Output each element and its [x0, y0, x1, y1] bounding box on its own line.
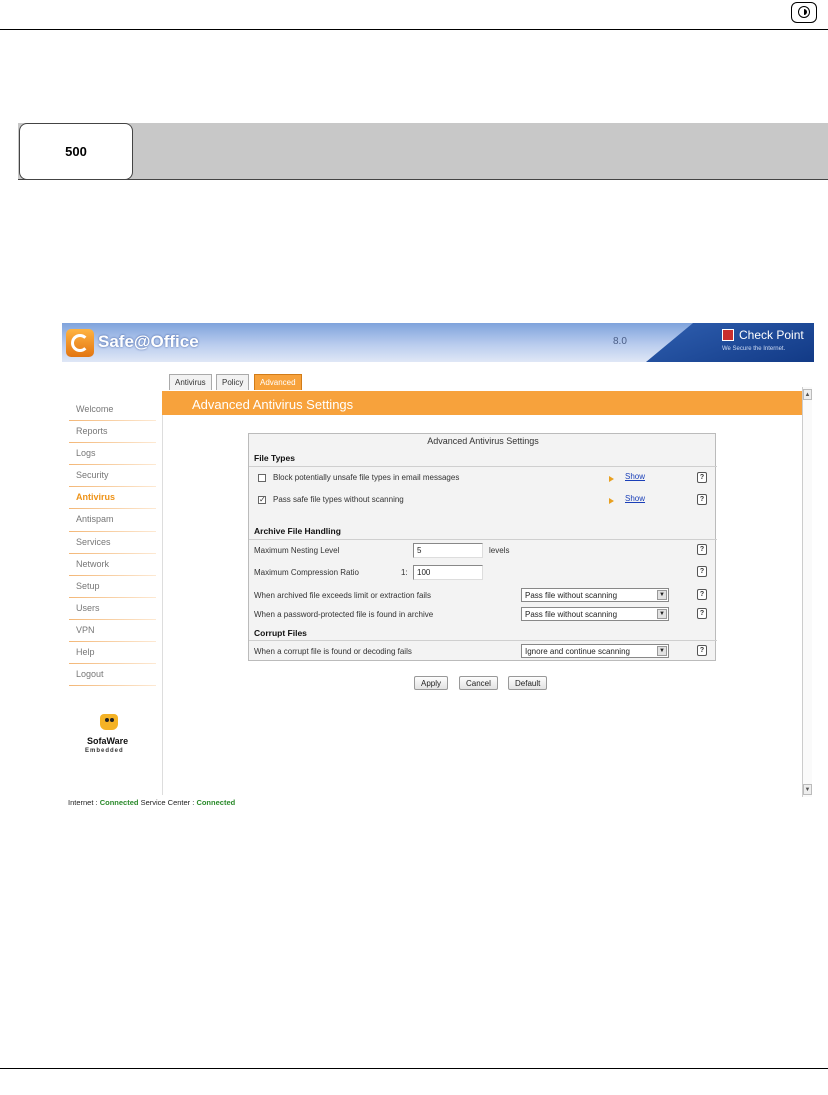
- exceeds-select-value: Pass file without scanning: [525, 591, 618, 600]
- password-select-value: Pass file without scanning: [525, 610, 618, 619]
- corrupt-label: When a corrupt file is found or decoding…: [254, 647, 412, 656]
- sidebar-item-welcome[interactable]: Welcome: [69, 399, 156, 422]
- advanced-settings-panel: Advanced Antivirus Settings File Types B…: [248, 433, 717, 661]
- sidebar-item-users[interactable]: Users: [69, 598, 156, 621]
- sidebar-item-services[interactable]: Services: [69, 532, 156, 554]
- bottom-rule: [0, 1068, 828, 1069]
- block-unsafe-show-link[interactable]: Show: [625, 472, 645, 481]
- corrupt-select[interactable]: Ignore and continue scanning ▼: [521, 644, 669, 658]
- apply-button[interactable]: Apply: [414, 676, 449, 690]
- block-unsafe-label: Block potentially unsafe file types in e…: [273, 473, 460, 482]
- chevron-down-icon[interactable]: ▼: [657, 646, 667, 656]
- block-unsafe-checkbox[interactable]: [258, 474, 266, 482]
- tab-antivirus[interactable]: Antivirus: [169, 374, 212, 390]
- cancel-button[interactable]: Cancel: [459, 676, 498, 690]
- document-mode-icon: [791, 2, 817, 23]
- chevron-down-icon[interactable]: ▼: [657, 609, 667, 619]
- status-bar: Internet : Connected Service Center : Co…: [68, 798, 235, 807]
- help-icon[interactable]: ?: [697, 544, 707, 555]
- file-types-heading: File Types: [254, 453, 295, 463]
- brand-name: SofaWare: [87, 736, 129, 746]
- scroll-down-icon[interactable]: ▼: [803, 784, 812, 795]
- sidebar-item-reports[interactable]: Reports: [69, 421, 156, 444]
- pass-safe-show-link[interactable]: Show: [625, 494, 645, 503]
- sidebar-item-security[interactable]: Security: [69, 465, 156, 488]
- app-version: 8.0: [613, 336, 627, 347]
- vendor-name: Check Point: [739, 328, 804, 342]
- row-divider: [249, 466, 717, 467]
- sidebar-item-logs[interactable]: Logs: [69, 443, 156, 466]
- internet-status-label: Internet :: [68, 798, 98, 807]
- help-icon[interactable]: ?: [697, 566, 707, 577]
- max-ratio-prefix: 1:: [401, 568, 408, 577]
- archive-heading: Archive File Handling: [254, 526, 341, 536]
- sidebar-item-network[interactable]: Network: [69, 554, 156, 576]
- chevron-down-icon[interactable]: ▼: [657, 590, 667, 600]
- vendor-tagline: We Secure the Internet.: [722, 346, 786, 352]
- max-nesting-unit: levels: [489, 546, 510, 555]
- sidebar-item-antivirus[interactable]: Antivirus: [69, 487, 156, 510]
- app-title: Safe@Office: [98, 332, 199, 351]
- safe-at-office-logo-icon: [66, 329, 94, 357]
- section-band: [18, 123, 828, 179]
- help-icon[interactable]: ?: [697, 472, 707, 483]
- corrupt-select-value: Ignore and continue scanning: [525, 647, 630, 656]
- sidebar-item-antispam[interactable]: Antispam: [69, 509, 156, 532]
- sidebar-nav: Welcome Reports Logs Security Antivirus …: [69, 399, 156, 687]
- show-arrow-icon: [609, 476, 614, 482]
- sidebar-item-setup[interactable]: Setup: [69, 576, 156, 598]
- help-icon[interactable]: ?: [697, 589, 707, 600]
- max-nesting-label: Maximum Nesting Level: [254, 546, 340, 555]
- service-status-value: Connected: [196, 798, 236, 807]
- max-ratio-input[interactable]: 100: [413, 565, 483, 580]
- help-icon[interactable]: ?: [697, 645, 707, 656]
- help-icon[interactable]: ?: [697, 608, 707, 619]
- corrupt-heading: Corrupt Files: [254, 628, 307, 638]
- row-divider: [249, 640, 717, 641]
- sidebar-item-logout[interactable]: Logout: [69, 664, 156, 687]
- pass-safe-label: Pass safe file types without scanning: [273, 495, 404, 504]
- exceeds-label: When archived file exceeds limit or extr…: [254, 591, 431, 600]
- internet-status-value: Connected: [99, 798, 139, 807]
- password-select[interactable]: Pass file without scanning ▼: [521, 607, 669, 621]
- content-header: Advanced Antivirus Settings: [162, 391, 808, 415]
- max-nesting-input[interactable]: 5: [413, 543, 483, 558]
- max-ratio-label: Maximum Compression Ratio: [254, 568, 359, 577]
- show-arrow-icon: [609, 498, 614, 504]
- help-icon[interactable]: ?: [697, 494, 707, 505]
- pass-safe-checkbox[interactable]: ✓: [258, 496, 266, 504]
- sidebar-item-vpn[interactable]: VPN: [69, 620, 156, 643]
- service-status-label: Service Center :: [140, 798, 195, 807]
- row-divider: [249, 539, 717, 540]
- panel-title: Advanced Antivirus Settings: [427, 436, 539, 446]
- brand-tag: Embedded: [85, 748, 124, 754]
- default-button[interactable]: Default: [508, 676, 548, 690]
- top-rule: [0, 29, 828, 30]
- vertical-scrollbar[interactable]: ▲ ▼: [802, 387, 812, 797]
- scroll-up-icon[interactable]: ▲: [803, 389, 812, 400]
- exceeds-select[interactable]: Pass file without scanning ▼: [521, 588, 669, 602]
- tab-policy[interactable]: Policy: [216, 374, 250, 390]
- sofaware-mascot-icon: [97, 709, 121, 733]
- app-header: Safe@Office 8.0 Check Point We Secure th…: [62, 323, 814, 362]
- page-number-badge: 500: [19, 123, 133, 180]
- check-point-logo-icon: [722, 329, 734, 341]
- sidebar-item-help[interactable]: Help: [69, 642, 156, 665]
- password-label: When a password-protected file is found …: [254, 610, 434, 619]
- page-title: Advanced Antivirus Settings: [192, 397, 354, 412]
- app-screenshot: Safe@Office 8.0 Check Point We Secure th…: [62, 323, 814, 809]
- tab-advanced[interactable]: Advanced: [254, 374, 302, 390]
- section-band-rule: [18, 179, 828, 180]
